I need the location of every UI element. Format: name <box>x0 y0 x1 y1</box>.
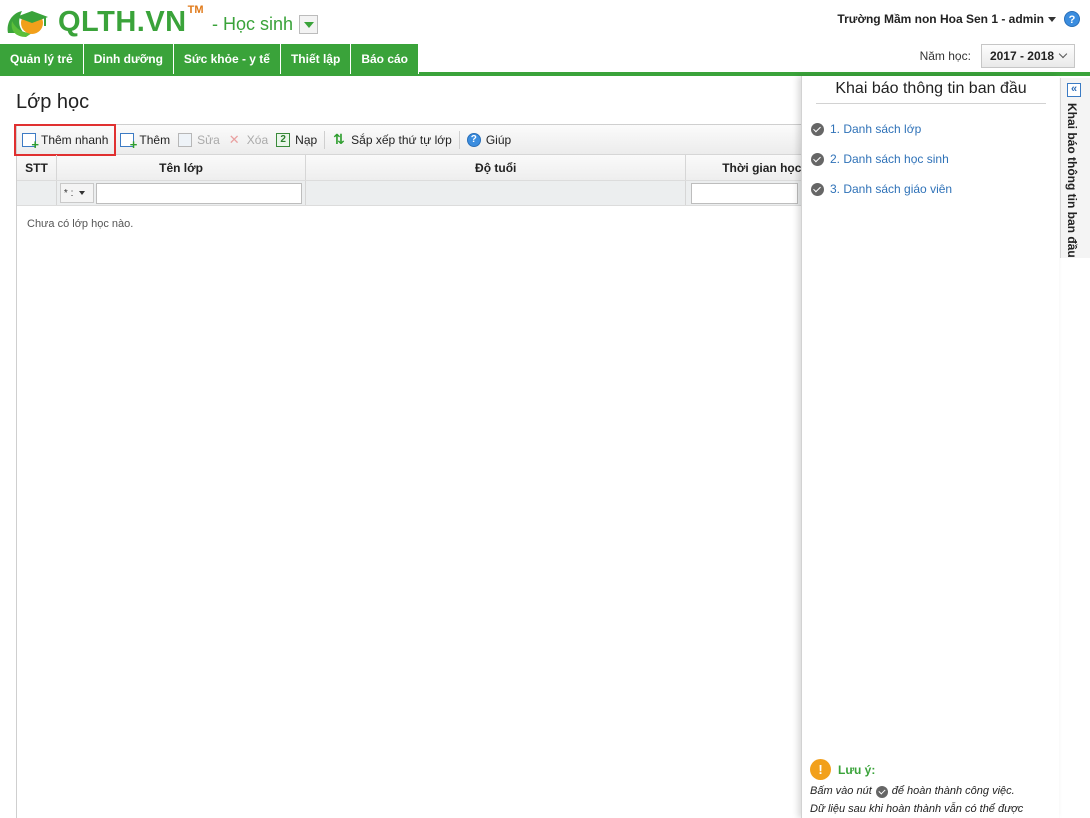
help-icon[interactable]: ? <box>1064 11 1080 27</box>
user-menu[interactable]: Trường Mầm non Hoa Sen 1 - admin ? <box>837 11 1080 27</box>
app-header: QLTH.VN TM - Học sinh Trường Mầm non Hoa… <box>0 0 1090 44</box>
tab-bao-cao[interactable]: Báo cáo <box>351 44 419 74</box>
delete-button[interactable]: Xóa <box>224 127 272 153</box>
filter-ten-lop-input[interactable] <box>95 182 302 204</box>
caret-down-icon[interactable] <box>1048 16 1056 22</box>
delete-label: Xóa <box>246 132 269 147</box>
filter-operator-select[interactable]: * : <box>59 183 94 203</box>
tab-quan-ly-tre[interactable]: Quản lý trẻ <box>0 44 84 74</box>
setup-guide-panel: Khai báo thông tin ban đầu 1. Danh sách … <box>801 76 1059 818</box>
note-text-a: Bấm vào nút <box>810 785 872 797</box>
note-text-b: để hoàn thành công việc. <box>891 785 1015 797</box>
step-danh-sach-hoc-sinh[interactable]: 2. Danh sách học sinh <box>811 144 952 174</box>
user-name[interactable]: Trường Mầm non Hoa Sen 1 - admin <box>837 12 1044 26</box>
graduation-cap-icon <box>4 3 56 41</box>
filter-cell-do-tuoi <box>306 181 686 205</box>
tab-suc-khoe-y-te[interactable]: Sức khỏe - y tế <box>173 44 281 74</box>
note-line-2: Dữ liệu sau khi hoàn thành vẫn có thể đư… <box>810 803 1024 815</box>
plus-document-icon <box>22 132 39 151</box>
filter-cell-ten-lop: * : <box>57 181 307 205</box>
page-title: Lớp học <box>16 91 90 113</box>
grid-filter-row: * : <box>17 181 801 206</box>
sort-label: Sắp xếp thứ tự lớp <box>351 132 452 147</box>
caret-down-icon <box>79 191 86 195</box>
class-grid: Thêm nhanh Thêm Sửa Xóa 2 Nạp Sắp xếp th… <box>14 123 802 818</box>
sort-icon <box>332 131 346 148</box>
filter-operator-value: * : <box>63 187 74 199</box>
column-header-stt[interactable]: STT <box>17 155 57 180</box>
main-nav: Quản lý trẻ Dinh dưỡng Sức khỏe - y tế T… <box>0 44 1090 76</box>
grid-header-row: STT Tên lớp Độ tuổi Thời gian học <box>17 155 801 181</box>
step-label[interactable]: 1. Danh sách lớp <box>830 122 921 136</box>
step-label[interactable]: 2. Danh sách học sinh <box>830 152 949 166</box>
note-box: ! Lưu ý: Bấm vào nút để hoàn thành công … <box>810 759 1055 816</box>
setup-guide-tab[interactable]: « Khai báo thông tin ban đầu <box>1060 78 1090 258</box>
edit-label: Sửa <box>197 132 220 147</box>
sort-classes-button[interactable]: Sắp xếp thứ tự lớp <box>328 127 456 153</box>
load-button[interactable]: 2 Nạp <box>272 127 321 153</box>
toolbar-separator <box>458 130 460 149</box>
step-danh-sach-lop[interactable]: 1. Danh sách lớp <box>811 114 952 144</box>
load-label: Nạp <box>295 132 318 147</box>
check-circle-icon <box>811 122 824 136</box>
collapse-chevrons-icon[interactable]: « <box>1067 83 1081 97</box>
nav-tabs: Quản lý trẻ Dinh dưỡng Sức khỏe - y tế T… <box>0 44 419 74</box>
toolbar-separator <box>324 130 326 149</box>
setup-steps-list: 1. Danh sách lớp 2. Danh sách học sinh 3… <box>811 114 952 204</box>
tab-thiet-lap[interactable]: Thiết lập <box>280 44 352 74</box>
check-circle-icon <box>811 152 824 166</box>
logo[interactable]: QLTH.VN TM <box>4 3 204 41</box>
school-year-label: Năm học: <box>919 49 971 63</box>
plus-document-icon <box>120 132 137 151</box>
edit-icon <box>178 132 193 147</box>
help-circle-icon: ? <box>466 132 481 147</box>
column-header-ten-lop[interactable]: Tên lớp <box>57 155 307 180</box>
tab-dinh-duong[interactable]: Dinh dưỡng <box>83 44 174 74</box>
chevron-down-icon <box>1058 49 1068 59</box>
module-title: - Học sinh <box>212 14 294 34</box>
filter-thoi-gian-hoc-input[interactable] <box>691 182 798 204</box>
quick-add-label: Thêm nhanh <box>41 132 109 147</box>
edit-button[interactable]: Sửa <box>174 127 224 153</box>
module-switcher[interactable]: - Học sinh <box>212 14 319 35</box>
check-circle-icon <box>875 785 888 798</box>
help-label: Giúp <box>485 132 512 147</box>
filter-cell-thoi-gian-hoc <box>686 181 801 205</box>
setup-guide-title: Khai báo thông tin ban đầu <box>816 80 1046 104</box>
step-label[interactable]: 3. Danh sách giáo viên <box>830 182 952 196</box>
help-button[interactable]: ? Giúp <box>463 127 515 153</box>
step-danh-sach-giao-vien[interactable]: 3. Danh sách giáo viên <box>811 174 952 204</box>
add-button[interactable]: Thêm <box>116 127 174 153</box>
quick-add-button[interactable]: Thêm nhanh <box>14 123 117 156</box>
note-title: Lưu ý: <box>838 762 876 777</box>
school-year-selector: Năm học: 2017 - 2018 <box>920 44 1075 68</box>
module-dropdown-button[interactable] <box>299 15 319 34</box>
setup-guide-tab-label[interactable]: Khai báo thông tin ban đầu <box>1065 103 1079 258</box>
filter-cell-stt <box>17 181 57 205</box>
school-year-select[interactable]: 2017 - 2018 <box>980 44 1075 68</box>
note-header: ! Lưu ý: <box>810 759 1055 780</box>
add-label: Thêm <box>139 132 171 147</box>
note-line-1: Bấm vào nút để hoàn thành công việc. <box>810 785 1055 798</box>
column-header-thoi-gian-hoc[interactable]: Thời gian học <box>686 155 801 180</box>
grid-toolbar: Thêm nhanh Thêm Sửa Xóa 2 Nạp Sắp xếp th… <box>14 123 801 156</box>
delete-x-icon <box>228 132 242 148</box>
check-circle-icon <box>811 182 824 196</box>
refresh-icon: 2 <box>276 132 291 147</box>
logo-text: QLTH.VN <box>58 6 187 38</box>
logo-trademark: TM <box>187 4 204 16</box>
empty-grid-message: Chưa có lớp học nào. <box>27 218 134 230</box>
info-icon: ! <box>810 759 831 780</box>
column-header-do-tuoi[interactable]: Độ tuổi <box>306 155 687 180</box>
school-year-value: 2017 - 2018 <box>989 49 1054 63</box>
